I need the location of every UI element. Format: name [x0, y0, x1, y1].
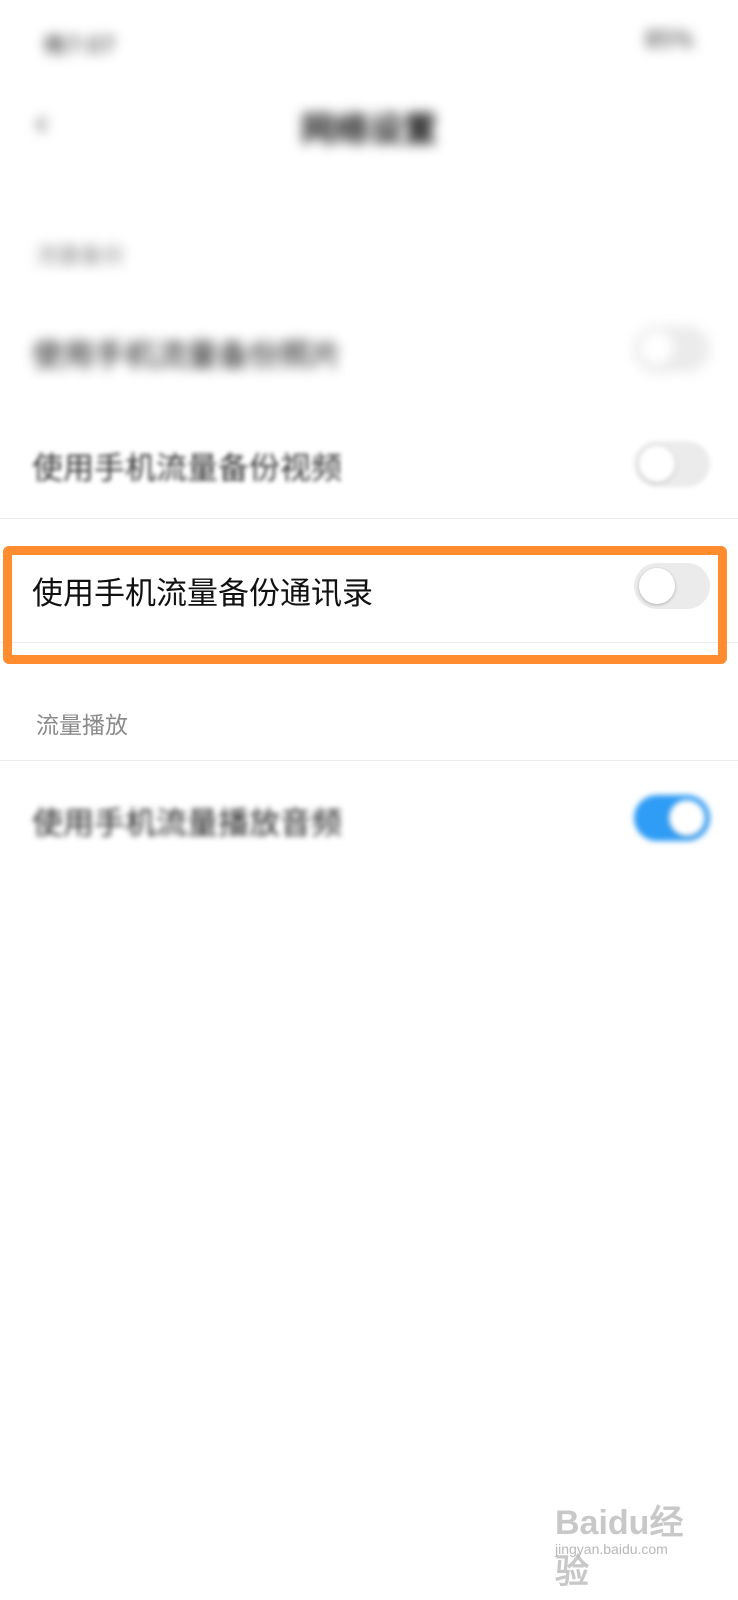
divider — [0, 518, 738, 519]
row-backup-video[interactable]: 使用手机流量备份视频 — [0, 405, 738, 520]
row-label: 使用手机流量备份视频 — [32, 451, 342, 487]
row-backup-photos[interactable]: 使用手机流量备份照片 — [0, 292, 738, 407]
status-time: 晚7:07 — [44, 34, 116, 59]
baidu-watermark: Baidu经验 jingyan.baidu.com — [555, 1495, 705, 1591]
toggle-knob — [639, 331, 675, 367]
section-label-backup: 流量备份 — [36, 244, 125, 269]
row-play-audio[interactable]: 使用手机流量播放音频 — [0, 760, 738, 875]
page-title: 网络设置 — [301, 110, 437, 150]
status-bar: 晚7:07 85% — [0, 0, 738, 80]
status-battery: 85% — [645, 28, 694, 53]
toggle-play-audio[interactable] — [634, 795, 710, 841]
row-label: 使用手机流量备份照片 — [32, 338, 342, 374]
row-label: 使用手机流量播放音频 — [32, 806, 342, 842]
toggle-backup-photos[interactable] — [634, 326, 710, 372]
highlight-annotation — [3, 546, 727, 664]
watermark-url: jingyan.baidu.com — [555, 1541, 668, 1557]
header: ‹ 网络设置 — [0, 80, 738, 170]
toggle-knob — [669, 800, 705, 836]
toggle-knob — [639, 446, 675, 482]
section-label-playback: 流量播放 — [36, 713, 128, 739]
toggle-backup-video[interactable] — [634, 441, 710, 487]
